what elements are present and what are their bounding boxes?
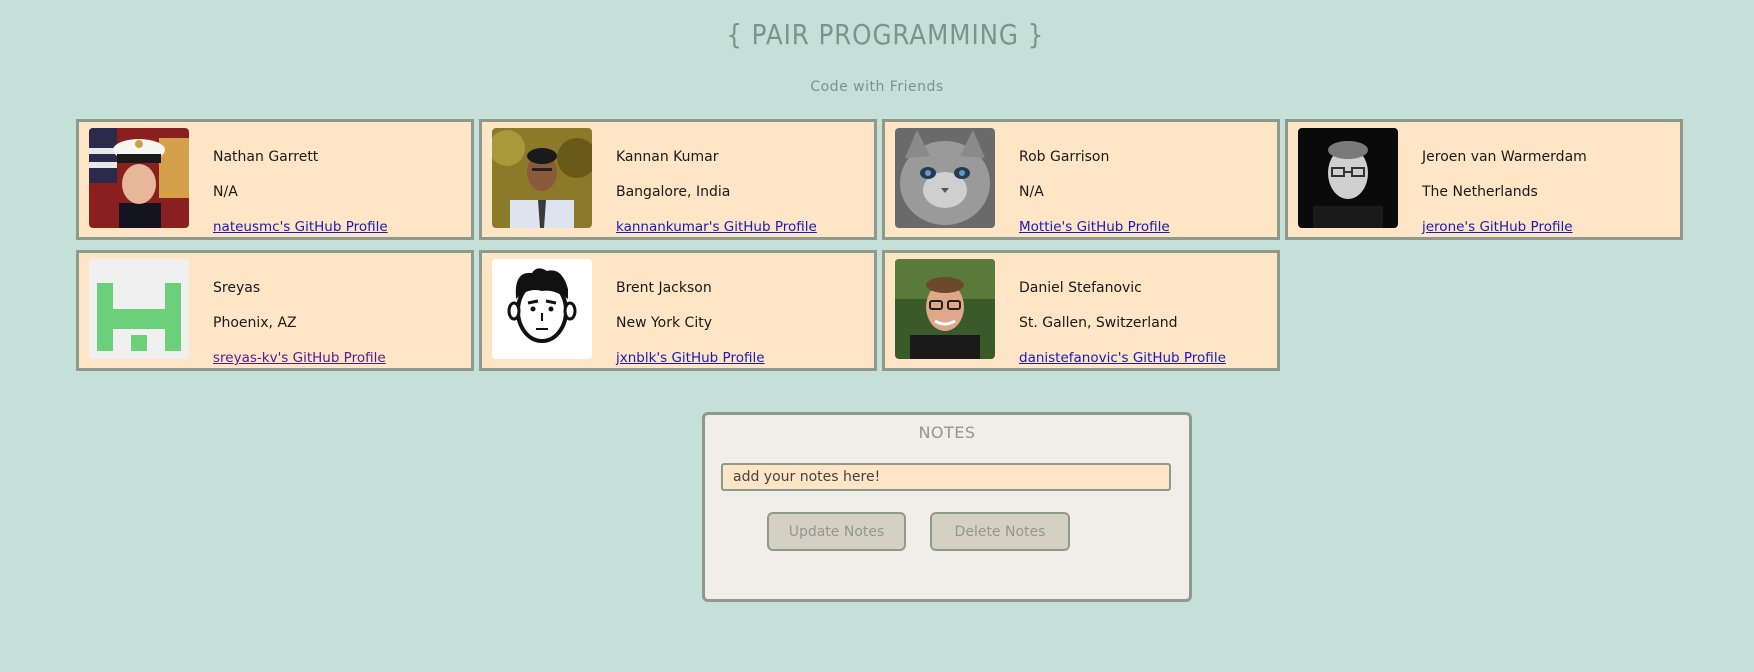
avatar [492,259,592,359]
user-location: New York City [616,315,712,331]
user-location: Phoenix, AZ [213,315,297,331]
green-identicon-image [89,259,189,359]
notes-title: NOTES [918,423,976,442]
github-profile-link[interactable]: jerone's GitHub Profile [1422,219,1573,235]
user-info: Nathan Garrett N/A nateusmc's GitHub Pro… [213,140,388,245]
user-card: Daniel Stefanovic St. Gallen, Switzerlan… [882,250,1280,371]
user-info: Kannan Kumar Bangalore, India kannankuma… [616,140,817,245]
user-info: Jeroen van Warmerdam The Netherlands jer… [1422,140,1587,245]
user-card: Sreyas Phoenix, AZ sreyas-kv's GitHub Pr… [76,250,474,371]
user-card: Jeroen van Warmerdam The Netherlands jer… [1285,119,1683,240]
grey-cat-portrait-image [895,128,995,228]
user-card: Rob Garrison N/A Mottie's GitHub Profile [882,119,1280,240]
page-subtitle: Code with Friends [810,79,944,95]
github-profile-link[interactable]: nateusmc's GitHub Profile [213,219,388,235]
notes-panel: NOTES Update Notes Delete Notes [702,412,1192,602]
user-name: Nathan Garrett [213,149,319,165]
user-location: St. Gallen, Switzerland [1019,315,1178,331]
delete-notes-button[interactable]: Delete Notes [930,512,1070,551]
github-profile-link[interactable]: Mottie's GitHub Profile [1019,219,1170,235]
bw-man-glasses-portrait-image [1298,128,1398,228]
user-location: Bangalore, India [616,184,731,200]
user-info: Daniel Stefanovic St. Gallen, Switzerlan… [1019,271,1226,376]
user-name: Rob Garrison [1019,149,1110,165]
user-name: Kannan Kumar [616,149,719,165]
avatar [1298,128,1398,228]
user-name: Brent Jackson [616,280,712,296]
man-glasses-portrait-image [895,259,995,359]
user-location: N/A [1019,184,1044,200]
marine-portrait-image [89,128,189,228]
user-card: Nathan Garrett N/A nateusmc's GitHub Pro… [76,119,474,240]
user-name: Daniel Stefanovic [1019,280,1142,296]
notes-input[interactable] [721,463,1171,491]
user-card: Brent Jackson New York City jxnblk's Git… [479,250,877,371]
cartoon-face-image [492,259,592,359]
update-notes-button[interactable]: Update Notes [767,512,906,551]
avatar [89,128,189,228]
user-name: Jeroen van Warmerdam [1422,149,1587,165]
page-title: { PAIR PROGRAMMING } [726,18,1045,51]
github-profile-link[interactable]: danistefanovic's GitHub Profile [1019,350,1226,366]
user-location: The Netherlands [1422,184,1538,200]
page: { PAIR PROGRAMMING } Code with Friends N… [0,0,1754,672]
user-card: Kannan Kumar Bangalore, India kannankuma… [479,119,877,240]
user-grid: Nathan Garrett N/A nateusmc's GitHub Pro… [76,119,1688,371]
man-in-tie-portrait-image [492,128,592,228]
user-info: Brent Jackson New York City jxnblk's Git… [616,271,765,376]
github-profile-link[interactable]: kannankumar's GitHub Profile [616,219,817,235]
user-name: Sreyas [213,280,261,296]
avatar [89,259,189,359]
github-profile-link[interactable]: sreyas-kv's GitHub Profile [213,350,386,366]
avatar [895,259,995,359]
avatar [895,128,995,228]
github-profile-link[interactable]: jxnblk's GitHub Profile [616,350,765,366]
user-location: N/A [213,184,238,200]
user-info: Sreyas Phoenix, AZ sreyas-kv's GitHub Pr… [213,271,386,376]
user-info: Rob Garrison N/A Mottie's GitHub Profile [1019,140,1170,245]
avatar [492,128,592,228]
